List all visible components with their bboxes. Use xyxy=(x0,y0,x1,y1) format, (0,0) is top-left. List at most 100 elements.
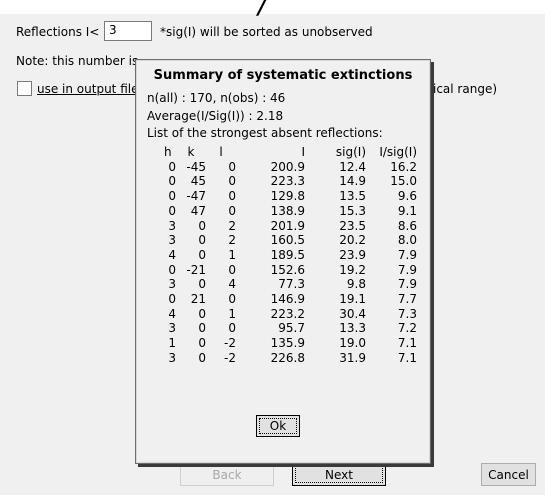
cell-k: 0 xyxy=(198,306,206,321)
threshold-input[interactable]: 3 xyxy=(104,21,152,41)
cell-sig: 23.5 xyxy=(339,218,366,233)
cell-l: -2 xyxy=(224,336,236,351)
cell-l: 4 xyxy=(228,277,236,292)
cell-i: 146.9 xyxy=(270,292,305,307)
cell-h: 4 xyxy=(168,247,176,262)
cell-k: 21 xyxy=(190,292,206,307)
cell-l: -2 xyxy=(224,350,236,365)
cell-k: 0 xyxy=(198,336,206,351)
cell-i: 138.9 xyxy=(270,203,305,218)
cell-h: 3 xyxy=(168,277,176,292)
cell-sig: 20.2 xyxy=(339,233,366,248)
cell-i: 152.6 xyxy=(270,262,305,277)
cell-l: 1 xyxy=(228,247,236,262)
cell-sig: 31.9 xyxy=(339,350,366,365)
cell-k: 0 xyxy=(198,277,206,292)
table-row: 3 0 2 160.5 20.2 8.0 xyxy=(164,233,417,248)
table-row: 3 0 -2 226.8 31.9 7.1 xyxy=(164,351,417,366)
cell-ratio: 7.1 xyxy=(397,350,417,365)
cell-h: 3 xyxy=(168,233,176,248)
cell-h: 0 xyxy=(168,203,176,218)
cell-ratio: 8.6 xyxy=(397,218,417,233)
cell-h: 3 xyxy=(168,350,176,365)
col-k: k xyxy=(187,145,195,159)
cell-i: 129.8 xyxy=(270,189,305,204)
cell-l: 0 xyxy=(228,189,236,204)
use-in-output-checkbox[interactable] xyxy=(17,81,32,96)
cell-h: 0 xyxy=(168,189,176,204)
cell-l: 1 xyxy=(228,306,236,321)
cell-l: 0 xyxy=(228,262,236,277)
cell-h: 0 xyxy=(168,174,176,189)
cell-ratio: 9.1 xyxy=(397,203,417,218)
cell-ratio: 16.2 xyxy=(390,159,417,174)
cell-i: 77.3 xyxy=(278,277,305,292)
cell-i: 201.9 xyxy=(270,218,305,233)
cell-l: 0 xyxy=(228,321,236,336)
cell-k: 47 xyxy=(190,203,206,218)
cell-k: -21 xyxy=(186,262,206,277)
table-row: 0 -45 0 200.9 12.4 16.2 xyxy=(164,160,417,175)
cell-k: 0 xyxy=(198,247,206,262)
cell-k: 0 xyxy=(198,218,206,233)
col-ratio: I/sig(I) xyxy=(379,145,417,159)
note-label: Note: this number is xyxy=(16,54,139,68)
col-l: l xyxy=(219,145,223,159)
table-row: 0 47 0 138.9 15.3 9.1 xyxy=(164,204,417,219)
cell-k: -47 xyxy=(186,189,206,204)
table-row: 3 0 0 95.7 13.3 7.2 xyxy=(164,321,417,336)
systematic-extinctions-dialog: Summary of systematic extinctions n(all)… xyxy=(135,59,431,464)
table-row: 3 0 2 201.9 23.5 8.6 xyxy=(164,219,417,234)
cell-sig: 15.3 xyxy=(339,203,366,218)
cell-h: 0 xyxy=(168,159,176,174)
cell-sig: 23.9 xyxy=(339,247,366,262)
use-in-output-label[interactable]: use in output file xyxy=(37,82,138,96)
cell-k: -45 xyxy=(186,159,206,174)
cell-h: 4 xyxy=(168,306,176,321)
cell-sig: 30.4 xyxy=(339,306,366,321)
cell-i: 226.8 xyxy=(270,350,305,365)
cancel-button[interactable]: Cancel xyxy=(481,463,536,486)
range-suffix-label: ical range) xyxy=(433,82,498,96)
cell-ratio: 7.9 xyxy=(397,247,417,262)
back-button[interactable]: Back xyxy=(180,463,274,486)
cell-ratio: 7.2 xyxy=(397,321,417,336)
cell-i: 223.3 xyxy=(270,174,305,189)
table-row: 0 -21 0 152.6 19.2 7.9 xyxy=(164,263,417,278)
counts-line: n(all) : 170, n(obs) : 46 xyxy=(147,91,286,105)
cell-sig: 13.5 xyxy=(339,189,366,204)
cell-ratio: 9.6 xyxy=(397,189,417,204)
list-heading: List of the strongest absent reflections… xyxy=(147,126,383,140)
table-row: 0 21 0 146.9 19.1 7.7 xyxy=(164,292,417,307)
ok-button[interactable]: Ok xyxy=(256,415,300,437)
cell-ratio: 15.0 xyxy=(390,174,417,189)
cell-h: 0 xyxy=(168,262,176,277)
col-sig: sig(I) xyxy=(335,145,366,159)
cell-sig: 13.3 xyxy=(339,321,366,336)
cell-k: 0 xyxy=(198,350,206,365)
table-row: 3 0 4 77.3 9.8 7.9 xyxy=(164,277,417,292)
cell-sig: 19.0 xyxy=(339,336,366,351)
col-h: h xyxy=(164,145,172,159)
cell-k: 45 xyxy=(190,174,206,189)
cell-ratio: 8.0 xyxy=(397,233,417,248)
next-button[interactable]: Next xyxy=(292,463,386,486)
cell-i: 223.2 xyxy=(270,306,305,321)
cell-sig: 14.9 xyxy=(339,174,366,189)
cell-ratio: 7.3 xyxy=(397,306,417,321)
cell-l: 0 xyxy=(228,203,236,218)
cell-sig: 9.8 xyxy=(346,277,366,292)
cell-ratio: 7.7 xyxy=(397,292,417,307)
cell-l: 0 xyxy=(228,174,236,189)
cell-i: 189.5 xyxy=(270,247,305,262)
reflections-label: Reflections I< xyxy=(16,25,100,39)
table-row: 4 0 1 223.2 30.4 7.3 xyxy=(164,307,417,322)
cell-i: 95.7 xyxy=(278,321,305,336)
cell-sig: 19.2 xyxy=(339,262,366,277)
cell-l: 2 xyxy=(228,218,236,233)
cell-k: 0 xyxy=(198,321,206,336)
cell-l: 0 xyxy=(228,292,236,307)
col-i: I xyxy=(301,145,305,159)
header-slash-glyph: / xyxy=(258,0,268,20)
cell-h: 1 xyxy=(168,336,176,351)
